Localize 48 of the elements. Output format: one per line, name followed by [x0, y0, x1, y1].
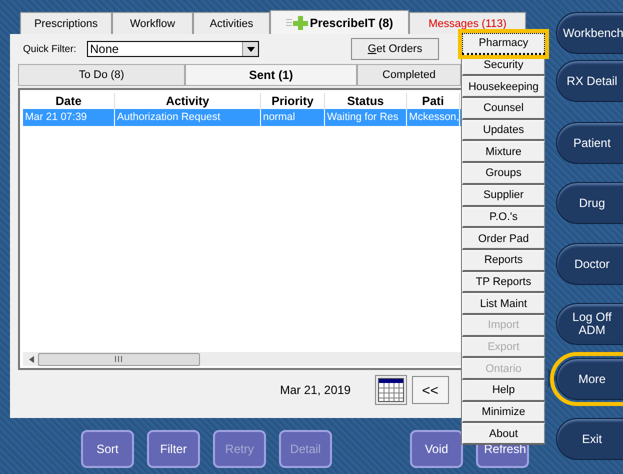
menu-item[interactable]: Supplier [462, 184, 545, 206]
toolbar-button[interactable]: Void [410, 430, 463, 468]
toolbar-button[interactable]: Filter [147, 430, 200, 468]
nav-button[interactable]: Drug [556, 182, 623, 224]
table-cell: Mar 21 07:39 [23, 109, 115, 126]
scroll-left-icon [29, 356, 34, 362]
toolbar-button[interactable]: Sort [81, 430, 134, 468]
menu-item[interactable]: Groups [462, 163, 545, 185]
get-orders-button[interactable]: Get Orders [351, 38, 439, 60]
menu-item[interactable]: TP Reports [462, 272, 545, 294]
caret-icon [246, 46, 254, 52]
menu-item[interactable]: Housekeeping [462, 76, 545, 98]
nav-button[interactable]: Doctor [556, 243, 623, 285]
menu-item[interactable]: Reports [462, 250, 545, 272]
table-cell: normal [261, 109, 325, 126]
table-cell: Waiting for Res [325, 109, 407, 126]
menu-item[interactable]: About [462, 423, 545, 446]
table-cell: Mckesson, [407, 109, 460, 126]
previous-button[interactable]: << [412, 376, 449, 404]
nav-button[interactable]: RX Detail [556, 60, 623, 102]
tab[interactable]: Activities [193, 12, 270, 34]
tab[interactable]: Sent (1) [185, 64, 357, 86]
calendar-button[interactable] [374, 375, 407, 405]
grip-icon [115, 356, 123, 362]
menu-item[interactable]: Help [462, 380, 545, 402]
menu-item[interactable]: List Maint [462, 293, 545, 315]
nav-button[interactable]: Workbench [556, 12, 623, 54]
horizontal-scrollbar[interactable] [23, 352, 461, 366]
table-cell: Authorization Request [115, 109, 261, 126]
menu-item[interactable]: Minimize [462, 402, 545, 424]
nav-button[interactable]: Patient [556, 122, 623, 164]
tab[interactable]: PrescribeIT (8) [270, 10, 409, 34]
quick-filter-dropdown[interactable]: None [87, 41, 259, 57]
tab[interactable]: To Do (8) [18, 64, 185, 86]
date-label: Mar 21, 2019 [280, 383, 351, 397]
tab[interactable]: Completed [357, 64, 461, 86]
tab[interactable]: Prescriptions [20, 12, 112, 34]
quick-filter-label: Quick Filter: [22, 44, 78, 54]
tab[interactable]: Workflow [112, 12, 193, 34]
nav-button[interactable]: Log Off ADM [556, 303, 623, 345]
calendar-icon [378, 378, 404, 402]
menu-item[interactable]: Mixture [462, 141, 545, 164]
menu-item[interactable]: P.O.'s [462, 206, 545, 228]
menu-item[interactable]: Order Pad [462, 228, 545, 250]
menu-item[interactable]: Updates [462, 120, 545, 142]
menu-item[interactable]: Counsel [462, 98, 545, 120]
plus-icon [286, 16, 308, 30]
nav-button[interactable]: Exit [556, 418, 623, 460]
